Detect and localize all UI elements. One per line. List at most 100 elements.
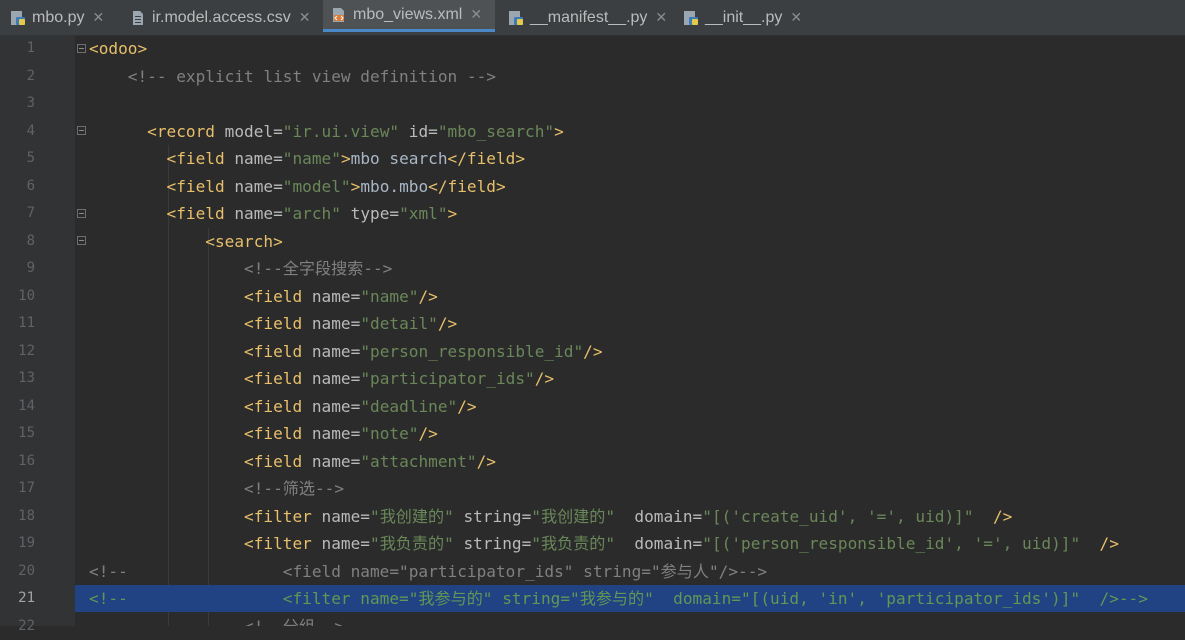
code-line[interactable]: <!-- explicit list view definition --> — [75, 63, 1185, 90]
code-line[interactable]: <search> — [75, 228, 1185, 255]
close-icon[interactable]: ✕ — [655, 9, 667, 26]
code-text: <!-- <field name="participator_ids" stri… — [89, 558, 767, 585]
python-file-icon — [684, 10, 698, 25]
code-token: name= — [302, 341, 361, 361]
code-line[interactable]: <filter name="我创建的" string="我创建的" domain… — [75, 503, 1185, 530]
tab-label: __init__.py — [705, 8, 783, 26]
code-token: <!--全字段搜索--> — [89, 259, 393, 278]
code-token: string= — [453, 534, 532, 553]
line-number: 4 — [26, 122, 35, 139]
code-text: <!--筛选--> — [89, 475, 344, 502]
tab-ir-model-access-csv[interactable]: ir.model.access.csv ✕ — [130, 0, 320, 35]
code-text: <!--全字段搜索--> — [89, 255, 392, 282]
line-number: 17 — [18, 480, 35, 496]
tab-mbo-py[interactable]: mbo.py ✕ — [10, 0, 125, 35]
code-line[interactable]: <!-- <field name="participator_ids" stri… — [75, 558, 1185, 585]
code-text: <field name="name"/> — [89, 283, 438, 310]
code-line[interactable]: <field name="model">mbo.mbo</field> — [75, 173, 1185, 200]
line-number-gutter[interactable]: 1 2 3 4 5 6 7 8 9 10 11 12 13 14 15 16 17 18 19 20 21 22 — [0, 35, 86, 634]
code-token: name= — [224, 149, 283, 168]
line-number: 13 — [18, 370, 35, 386]
line-number: 18 — [18, 507, 35, 524]
code-token: /> — [457, 396, 477, 416]
code-text: <field name="note"/> — [89, 420, 438, 447]
tab-label: mbo.py — [32, 8, 85, 26]
code-token: mbo.mbo — [360, 176, 429, 196]
code-line[interactable]: <field name="person_responsible_id"/> — [75, 338, 1185, 365]
close-icon[interactable]: ✕ — [470, 6, 482, 23]
code-token: "detail" — [360, 314, 438, 333]
code-token: <!-- explicit list view definition --> — [89, 66, 496, 86]
code-line[interactable]: <!-- <filter name="我参与的" string="我参与的" d… — [75, 585, 1185, 612]
code-line[interactable]: <field name="deadline"/> — [75, 393, 1185, 420]
tab-manifest-py[interactable]: __manifest__.py ✕ — [508, 0, 668, 35]
code-token: mbo search — [350, 149, 448, 168]
code-token: <field — [244, 286, 303, 306]
code-token: > — [340, 149, 351, 168]
line-number: 20 — [18, 562, 35, 579]
code-token: /> — [476, 451, 496, 471]
close-icon[interactable]: ✕ — [299, 9, 311, 26]
line-number: 19 — [18, 535, 35, 551]
tab-label: ir.model.access.csv — [152, 8, 291, 26]
code-line[interactable]: <record model="ir.ui.view" id="mbo_searc… — [75, 118, 1185, 145]
code-text: <odoo> — [89, 35, 147, 62]
code-token: name= — [311, 534, 370, 553]
code-text: <search> — [89, 228, 283, 255]
close-icon[interactable]: ✕ — [92, 9, 104, 26]
line-number: 5 — [26, 150, 35, 166]
line-number: 9 — [26, 260, 35, 276]
code-line[interactable]: <!--筛选--> — [75, 475, 1185, 502]
code-text: <!-- <filter name="我参与的" string="我参与的" d… — [89, 585, 1148, 612]
code-text: <!-- explicit list view definition --> — [89, 63, 496, 90]
csv-file-icon — [133, 10, 143, 25]
code-token: "name" — [282, 149, 341, 168]
close-icon[interactable]: ✕ — [790, 9, 802, 26]
code-token: "model" — [282, 176, 351, 196]
code-line[interactable]: <field name="participator_ids"/> — [75, 365, 1185, 392]
code-line[interactable]: <odoo> — [75, 35, 1185, 62]
code-text: <field name="person_responsible_id"/> — [89, 338, 603, 365]
code-token: "我创建的" — [370, 506, 454, 526]
line-number: 14 — [18, 397, 35, 414]
code-line[interactable]: <filter name="我负责的" string="我负责的" domain… — [75, 530, 1185, 557]
code-line[interactable]: <!--分组--> — [75, 613, 1185, 627]
code-token: <field — [244, 369, 303, 388]
code-token: "我负责的" — [370, 534, 454, 553]
line-number: 12 — [18, 342, 35, 359]
line-number: 8 — [26, 232, 35, 249]
code-token: <field — [166, 149, 225, 168]
code-line[interactable]: <field name="note"/> — [75, 420, 1185, 447]
code-token: "person_responsible_id" — [360, 341, 584, 361]
code-line[interactable]: <field name="detail"/> — [75, 310, 1185, 337]
code-token: domain= — [615, 534, 703, 553]
code-text: <!--分组--> — [89, 613, 344, 627]
code-token: <field — [244, 451, 303, 471]
code-line[interactable]: <!--全字段搜索--> — [75, 255, 1185, 282]
code-line[interactable]: <field name="name">mbo search</field> — [75, 145, 1185, 172]
line-number: 1 — [26, 40, 35, 56]
code-token: name= — [302, 314, 361, 333]
code-line[interactable]: <field name="arch" type="xml"> — [75, 200, 1185, 227]
code-token: <!--筛选--> — [89, 479, 345, 498]
tab-init-py[interactable]: __init__.py ✕ — [683, 0, 808, 35]
code-token: <search> — [205, 231, 283, 251]
code-token: <field — [244, 314, 303, 333]
code-token: type= — [340, 204, 400, 223]
line-number: 10 — [18, 287, 35, 304]
code-token: model= — [214, 121, 283, 141]
tab-mbo-views-xml[interactable]: mbo_views.xml ✕ — [323, 0, 495, 32]
code-line[interactable] — [75, 90, 1185, 117]
code-line[interactable]: <field name="name"/> — [75, 283, 1185, 310]
code-line[interactable]: <field name="attachment"/> — [75, 448, 1185, 475]
code-editor[interactable]: <odoo> <!-- explicit list view definitio… — [75, 35, 1185, 626]
code-text: <field name="detail"/> — [89, 310, 457, 337]
